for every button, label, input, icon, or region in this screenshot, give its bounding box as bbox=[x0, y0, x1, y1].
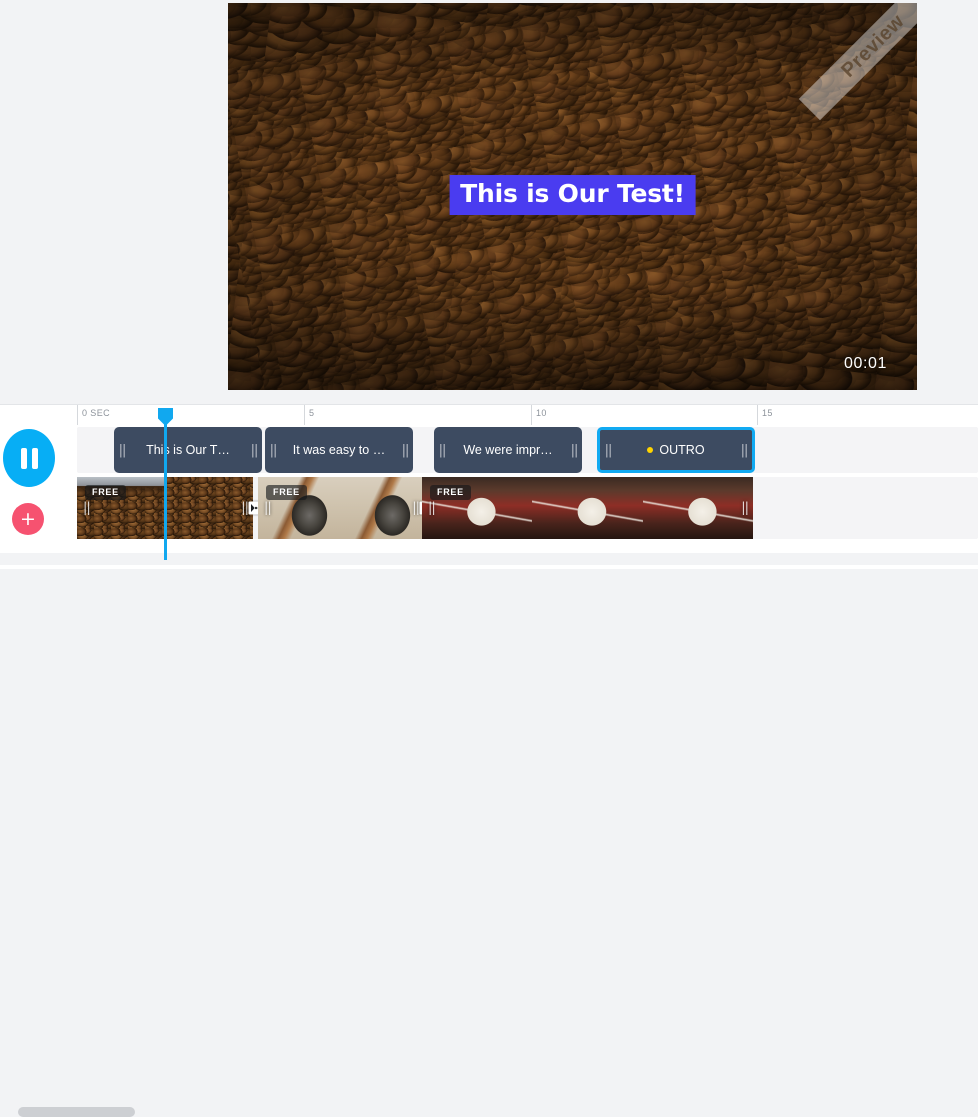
pause-button[interactable] bbox=[3, 429, 55, 487]
media-clip-thumbnail bbox=[642, 477, 753, 539]
clip-resize-handle-left[interactable]: || bbox=[600, 443, 616, 458]
video-preview[interactable]: Preview This is Our Test! 00:01 bbox=[228, 3, 917, 390]
clip-resize-handle-right[interactable]: || bbox=[246, 443, 262, 458]
free-badge: FREE bbox=[85, 485, 126, 500]
clip-resize-handle-left[interactable]: || bbox=[83, 501, 91, 516]
media-clip[interactable]: FREE || || bbox=[422, 477, 753, 539]
clip-resize-handle-left[interactable]: || bbox=[265, 443, 281, 458]
clip-status-dot-icon bbox=[647, 446, 654, 453]
text-clip[interactable]: || We were impr… || bbox=[434, 427, 582, 473]
clip-resize-handle-right[interactable]: || bbox=[566, 443, 582, 458]
text-clip[interactable]: || This is Our T… || bbox=[114, 427, 262, 473]
clip-resize-handle-right[interactable]: || bbox=[741, 501, 749, 516]
clip-resize-handle-left[interactable]: || bbox=[114, 443, 130, 458]
ruler-tick: 10 bbox=[531, 405, 547, 425]
clip-resize-handle-left[interactable]: || bbox=[428, 501, 436, 516]
timecode-display: 00:01 bbox=[843, 355, 887, 372]
plus-icon: + bbox=[20, 507, 36, 530]
timeline-track-text[interactable]: || This is Our T… || || It was easy to … || ||… bbox=[77, 427, 978, 473]
ruler-tick: 15 bbox=[757, 405, 773, 425]
text-clip-label: OUTRO bbox=[616, 443, 736, 457]
text-clip-label-text: OUTRO bbox=[659, 443, 705, 457]
clip-resize-handle-right[interactable]: || bbox=[736, 443, 752, 458]
preview-stage: Preview This is Our Test! 00:01 bbox=[0, 0, 978, 404]
pause-icon bbox=[20, 447, 38, 469]
timeline-scrollbar-thumb[interactable] bbox=[18, 1107, 135, 1117]
timeline-panel: 0 SEC 5 10 15 || This is Our T… || || It was ea… bbox=[0, 404, 978, 569]
text-clip[interactable]: || It was easy to … || bbox=[265, 427, 413, 473]
media-clip-thumbnail bbox=[532, 477, 643, 539]
media-clip-filmstrip bbox=[422, 477, 753, 539]
media-clip[interactable]: FREE || || bbox=[77, 477, 253, 539]
add-button[interactable]: + bbox=[12, 503, 44, 535]
media-clip[interactable]: FREE || || bbox=[258, 477, 424, 539]
title-text-overlay[interactable]: This is Our Test! bbox=[449, 175, 696, 215]
media-clip-thumbnail bbox=[165, 477, 253, 539]
free-badge: FREE bbox=[430, 485, 471, 500]
clip-resize-handle-right[interactable]: || bbox=[412, 501, 420, 516]
text-clip-label: It was easy to … bbox=[292, 443, 386, 457]
clip-resize-handle-right[interactable]: || bbox=[241, 501, 249, 516]
ruler-tick: 0 SEC bbox=[77, 405, 110, 425]
free-badge: FREE bbox=[266, 485, 307, 500]
clip-resize-handle-right[interactable]: || bbox=[397, 443, 413, 458]
timeline-ruler[interactable]: 0 SEC 5 10 15 bbox=[0, 405, 978, 425]
text-clip-label: We were impr… bbox=[463, 443, 553, 457]
timeline-track-media[interactable]: FREE || || FREE || || FREE || || bbox=[77, 477, 978, 539]
timeline-scrollbar-track[interactable] bbox=[0, 553, 978, 1117]
ruler-tick: 5 bbox=[304, 405, 314, 425]
clip-resize-handle-left[interactable]: || bbox=[264, 501, 272, 516]
text-clip-selected[interactable]: || OUTRO || bbox=[597, 427, 755, 473]
text-clip-label: This is Our T… bbox=[146, 443, 230, 457]
title-text-overlay-label: This is Our Test! bbox=[460, 179, 685, 208]
clip-resize-handle-left[interactable]: || bbox=[434, 443, 450, 458]
